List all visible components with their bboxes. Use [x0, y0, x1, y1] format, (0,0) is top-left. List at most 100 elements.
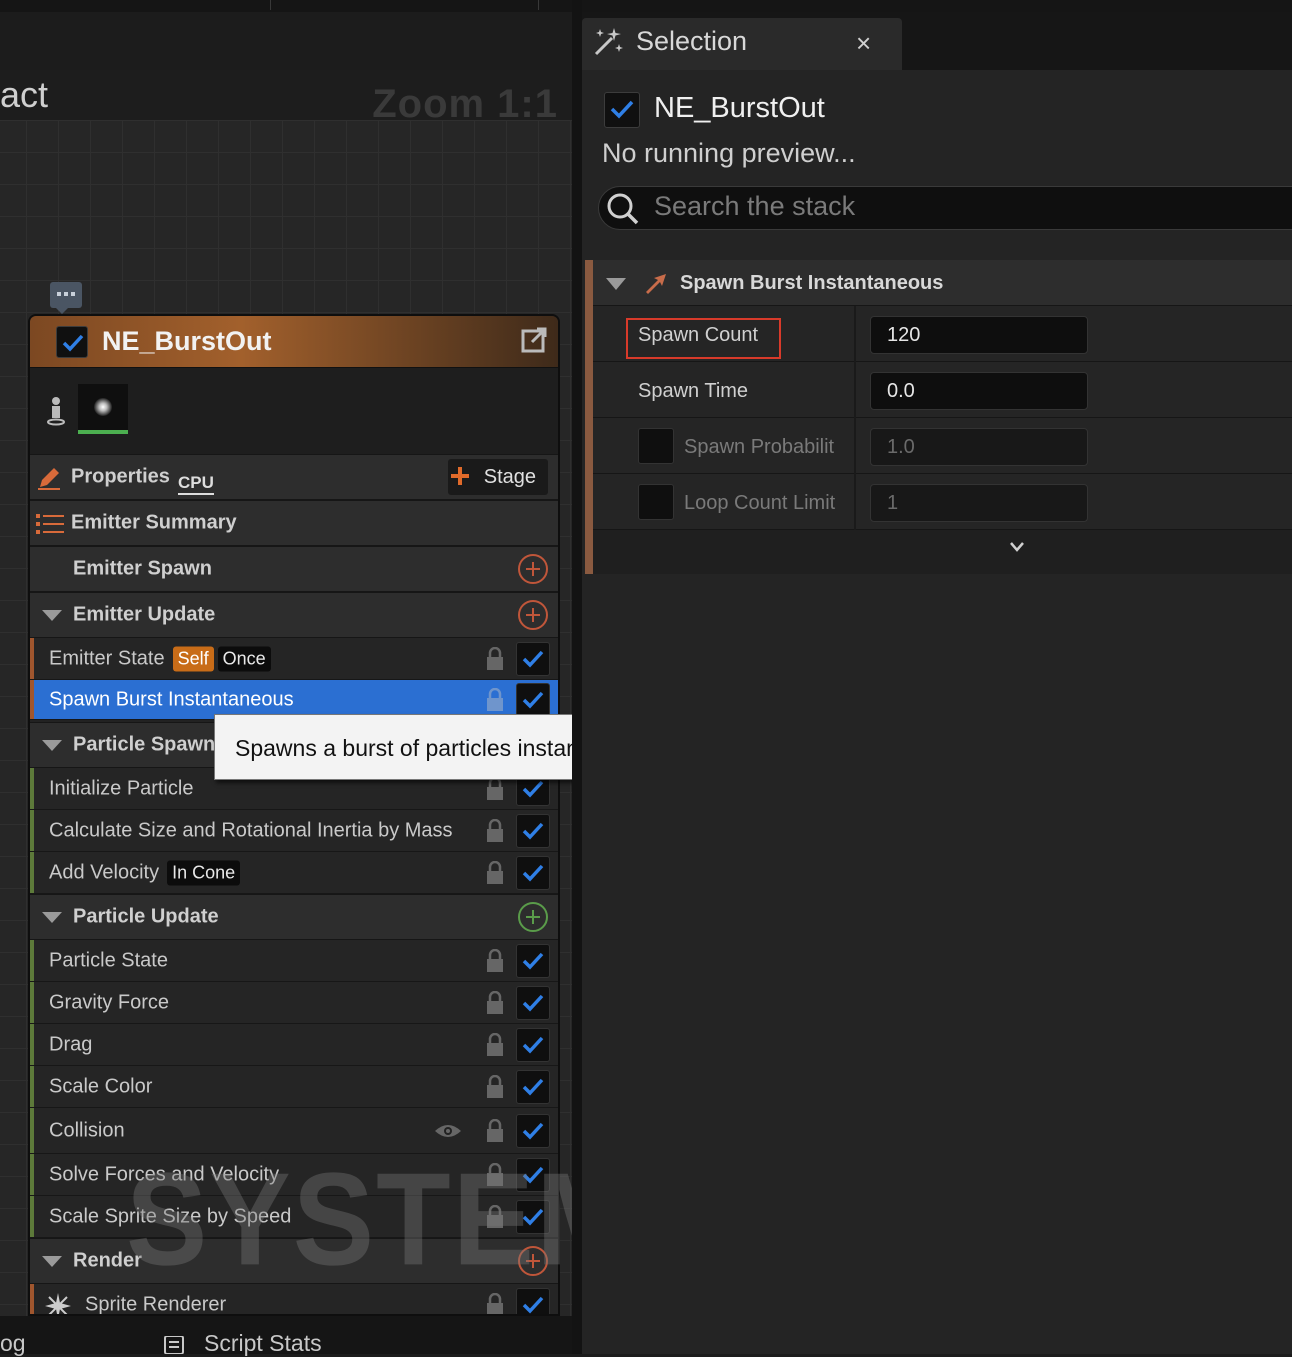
- module-enable-checkbox[interactable]: [516, 855, 550, 890]
- comment-icon[interactable]: [50, 282, 82, 314]
- module-enable-checkbox[interactable]: [516, 1199, 550, 1234]
- emitter-update-label: Emitter Update: [73, 603, 216, 626]
- module-collision[interactable]: Collision: [30, 1108, 558, 1154]
- column-divider[interactable]: [854, 474, 856, 530]
- module-label: Emitter State Self Once: [49, 646, 271, 671]
- add-module-button[interactable]: [518, 1246, 548, 1276]
- emitter-thumbnail[interactable]: [78, 384, 128, 434]
- spawn-time-field[interactable]: 0.0: [870, 372, 1088, 410]
- loop-count-limit-field[interactable]: 1: [870, 484, 1088, 522]
- column-divider[interactable]: [854, 306, 856, 362]
- module-sprite-renderer[interactable]: Sprite Renderer: [30, 1284, 558, 1317]
- module-enable-checkbox[interactable]: [516, 813, 550, 848]
- once-tag: Once: [217, 646, 271, 671]
- top-strip: [0, 0, 1292, 12]
- lock-icon[interactable]: [486, 687, 504, 712]
- emitter-spawn-section[interactable]: Emitter Spawn: [30, 546, 558, 592]
- spawn-count-field[interactable]: 120: [870, 316, 1088, 354]
- module-enable-checkbox[interactable]: [516, 943, 550, 978]
- spawn-probability-checkbox[interactable]: [638, 428, 674, 464]
- module-enable-checkbox[interactable]: [516, 682, 550, 717]
- module-scale-color[interactable]: Scale Color: [30, 1066, 558, 1108]
- lock-icon[interactable]: [486, 1162, 504, 1187]
- module-label: Collision: [49, 1119, 125, 1141]
- emitter-update-section[interactable]: Emitter Update: [30, 592, 558, 638]
- script-icon: [164, 1336, 184, 1354]
- tab-log[interactable]: og: [0, 1330, 26, 1357]
- collapse-arrow-icon[interactable]: [42, 912, 62, 923]
- add-stage-button[interactable]: Stage: [447, 459, 548, 495]
- lock-icon[interactable]: [486, 1032, 504, 1057]
- module-particle-state[interactable]: Particle State: [30, 940, 558, 982]
- module-label: Initialize Particle: [49, 777, 194, 799]
- module-enable-checkbox[interactable]: [516, 641, 550, 676]
- eye-icon[interactable]: [434, 1123, 462, 1139]
- module-label: Solve Forces and Velocity: [49, 1163, 280, 1185]
- module-gravity-force[interactable]: Gravity Force: [30, 982, 558, 1024]
- module-enable-checkbox[interactable]: [516, 1157, 550, 1192]
- module-enable-checkbox[interactable]: [516, 985, 550, 1020]
- emitter-spawn-label: Emitter Spawn: [73, 557, 212, 580]
- lock-icon[interactable]: [486, 646, 504, 671]
- selected-emitter-name: NE_BurstOut: [654, 92, 825, 124]
- add-module-button[interactable]: [518, 902, 548, 932]
- emitter-summary-label: Emitter Summary: [71, 511, 237, 534]
- module-calculate-size[interactable]: Calculate Size and Rotational Inertia by…: [30, 810, 558, 852]
- lock-icon[interactable]: [486, 1292, 504, 1317]
- module-accent: [30, 638, 34, 679]
- lock-icon[interactable]: [486, 948, 504, 973]
- panel-divider[interactable]: [572, 0, 582, 1354]
- column-divider[interactable]: [854, 418, 856, 474]
- module-accent: [30, 852, 34, 893]
- loop-count-limit-checkbox[interactable]: [638, 484, 674, 520]
- module-add-velocity[interactable]: Add Velocity In Cone: [30, 852, 558, 894]
- module-enable-checkbox[interactable]: [516, 1287, 550, 1314]
- module-accent: [30, 810, 34, 851]
- particle-update-section[interactable]: Particle Update: [30, 894, 558, 940]
- self-tag: Self: [172, 646, 214, 671]
- node-header[interactable]: NE_BurstOut: [30, 316, 558, 368]
- column-divider[interactable]: [854, 362, 856, 418]
- module-label: Sprite Renderer: [85, 1293, 227, 1315]
- module-solve-forces[interactable]: Solve Forces and Velocity: [30, 1154, 558, 1196]
- module-accent: [30, 1024, 34, 1065]
- chevron-down-icon[interactable]: [1008, 540, 1026, 554]
- selection-tab-title: Selection: [636, 26, 748, 56]
- module-accent: [30, 768, 34, 809]
- lock-icon[interactable]: [486, 1118, 504, 1143]
- lock-icon[interactable]: [486, 990, 504, 1015]
- emitter-enable-checkbox[interactable]: [56, 326, 88, 358]
- lock-icon[interactable]: [486, 860, 504, 885]
- module-enable-checkbox[interactable]: [516, 1113, 550, 1148]
- render-section[interactable]: Render: [30, 1238, 558, 1284]
- tab-script-stats[interactable]: Script Stats: [204, 1330, 322, 1357]
- lock-icon[interactable]: [486, 1074, 504, 1099]
- collapse-arrow-icon[interactable]: [42, 740, 62, 751]
- collapse-arrow-icon[interactable]: [606, 278, 626, 290]
- module-enable-checkbox[interactable]: [516, 1027, 550, 1062]
- close-icon[interactable]: ×: [856, 28, 871, 59]
- collapse-arrow-icon[interactable]: [42, 610, 62, 621]
- collapse-arrow-icon[interactable]: [42, 1256, 62, 1267]
- module-accent: [30, 1108, 34, 1153]
- add-module-button[interactable]: [518, 554, 548, 584]
- top-separator: [538, 0, 539, 10]
- module-scale-sprite-size[interactable]: Scale Sprite Size by Speed: [30, 1196, 558, 1238]
- emitter-summary-row[interactable]: Emitter Summary: [30, 500, 558, 546]
- lock-icon[interactable]: [486, 818, 504, 843]
- lock-icon[interactable]: [486, 1204, 504, 1229]
- search-icon: [607, 193, 639, 225]
- in-cone-tag: In Cone: [167, 860, 241, 885]
- open-external-icon[interactable]: [520, 326, 548, 359]
- add-module-button[interactable]: [518, 600, 548, 630]
- properties-row[interactable]: Properties CPU Stage: [30, 454, 558, 500]
- module-enable-checkbox[interactable]: [516, 1069, 550, 1104]
- spawn-probability-field[interactable]: 1.0: [870, 428, 1088, 466]
- preview-status: No running preview...: [602, 138, 856, 168]
- emitter-enable-checkbox[interactable]: [604, 92, 640, 128]
- module-drag[interactable]: Drag: [30, 1024, 558, 1066]
- render-label: Render: [73, 1249, 142, 1272]
- module-emitter-state[interactable]: Emitter State Self Once: [30, 638, 558, 680]
- module-label: Gravity Force: [49, 991, 170, 1013]
- emitter-node[interactable]: NE_BurstOut Properties CPU Stage Emitter…: [28, 314, 560, 1316]
